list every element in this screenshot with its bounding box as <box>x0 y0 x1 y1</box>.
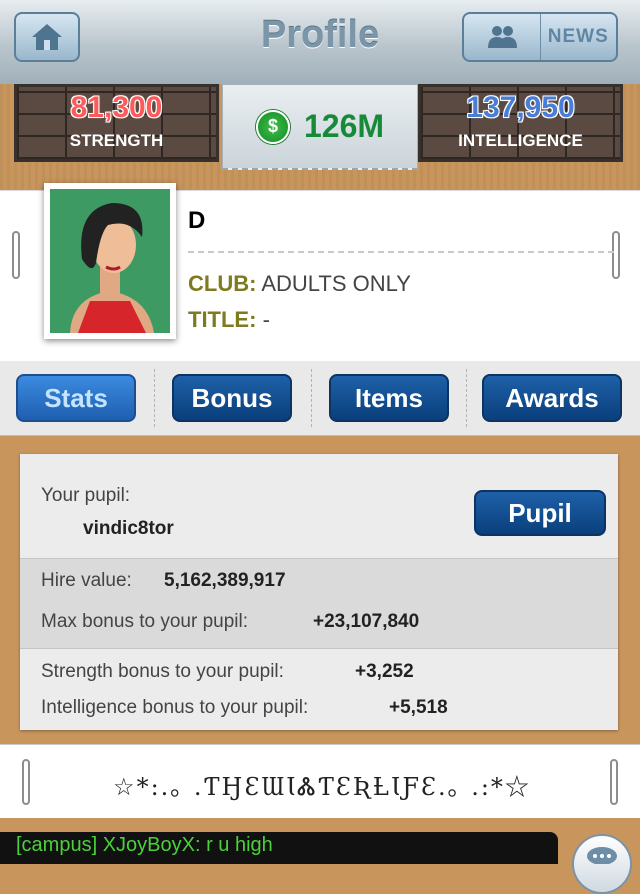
intelligence-label: INTELLIGENCE <box>458 131 583 150</box>
pupil-panel: Your pupil: vindic8tor Pupil Hire value:… <box>20 454 618 730</box>
tab-divider <box>466 369 467 427</box>
panel-divider <box>20 558 618 559</box>
name-divider <box>188 251 614 253</box>
tab-divider <box>311 369 312 427</box>
title-value: - <box>262 307 270 332</box>
chat-bubble-icon <box>587 847 617 864</box>
chat-bar: [campus] XJoyBoyX: r u high <box>0 818 640 894</box>
player-name: D <box>188 207 206 234</box>
paper-clip-icon <box>22 759 30 805</box>
pupil-name[interactable]: vindic8tor <box>83 518 174 540</box>
avatar[interactable] <box>44 183 176 339</box>
profile-card: D CLUB: ADULTS ONLY TITLE: - <box>0 183 640 362</box>
paper-clip-icon <box>12 231 20 279</box>
intelligence-value: 137,950 <box>466 91 575 124</box>
cash-value: 126M <box>303 108 385 144</box>
header-right-buttons: NEWS <box>462 12 618 62</box>
max-bonus-label: Max bonus to your pupil: <box>41 611 249 632</box>
title-row: TITLE: - <box>188 307 270 333</box>
news-label: NEWS <box>547 26 609 47</box>
chat-message[interactable]: [campus] XJoyBoyX: r u high <box>0 832 558 864</box>
strength-panel: 81,300 STRENGTH <box>14 84 219 162</box>
club-key: CLUB: <box>188 271 257 296</box>
stats-bar: 81,300 STRENGTH $ 126M 137,950 INTELLIGE… <box>0 84 640 190</box>
friends-button[interactable] <box>464 14 540 60</box>
hire-value: 5,162,389,917 <box>164 570 286 591</box>
intelligence-panel: 137,950 INTELLIGENCE <box>418 84 623 162</box>
cash-panel: $ 126M <box>222 84 418 170</box>
club-value: ADULTS ONLY <box>261 271 411 296</box>
strength-value: 81,300 <box>70 91 163 124</box>
people-icon <box>487 26 517 48</box>
tab-divider <box>154 369 155 427</box>
title-key: TITLE: <box>188 307 257 332</box>
strength-bonus-value: +3,252 <box>355 661 414 682</box>
your-pupil-label: Your pupil: <box>41 485 131 506</box>
chat-button[interactable] <box>572 834 632 894</box>
tab-bonus[interactable]: Bonus <box>172 374 292 422</box>
strength-label: STRENGTH <box>69 131 164 150</box>
tab-awards[interactable]: Awards <box>482 374 622 422</box>
pupil-button[interactable]: Pupil <box>474 490 606 536</box>
max-bonus-value: +23,107,840 <box>313 611 420 632</box>
intelligence-bonus-label: Intelligence bonus to your pupil: <box>41 697 309 718</box>
hire-value-label: Hire value: <box>41 570 132 591</box>
tab-stats[interactable]: Stats <box>16 374 136 422</box>
profile-tabs: Stats Bonus Items Awards <box>0 361 640 436</box>
strength-bonus-label: Strength bonus to your pupil: <box>41 661 284 682</box>
news-button[interactable]: NEWS <box>539 14 617 60</box>
dollar-coin-icon: $ <box>255 109 290 144</box>
intelligence-bonus-value: +5,518 <box>389 697 448 718</box>
motto-text: ☆*:.｡ .ƬӇƐƜƖᏜƬƐƦȽƖƑƐ.｡ .:*☆ <box>113 773 531 801</box>
motto-strip: ☆*:.｡ .ƬӇƐƜƖᏜƬƐƦȽƖƑƐ.｡ .:*☆ <box>0 744 640 820</box>
tab-items[interactable]: Items <box>329 374 449 422</box>
club-row: CLUB: ADULTS ONLY <box>188 271 411 297</box>
top-nav-bar: Profile NEWS <box>0 0 640 85</box>
paper-clip-icon <box>610 759 618 805</box>
panel-divider <box>20 648 618 649</box>
paper-clip-icon <box>612 231 620 279</box>
avatar-image <box>50 189 170 333</box>
